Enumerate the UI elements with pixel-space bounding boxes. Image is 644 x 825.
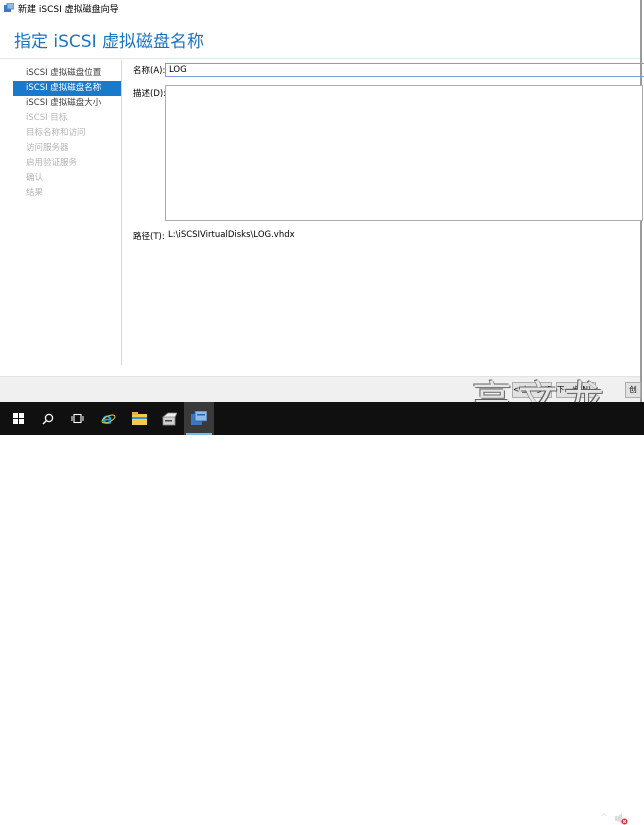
start-button[interactable] — [3, 402, 33, 435]
description-textarea[interactable] — [165, 85, 643, 221]
name-label: 名称(A): — [133, 66, 166, 76]
server-manager-button[interactable] — [154, 402, 184, 435]
internet-explorer-icon: e — [101, 411, 115, 426]
wizard-window: 新建 iSCSI 虚拟磁盘向导 指定 iSCSI 虚拟磁盘名称 iSCSI 虚拟… — [0, 0, 644, 424]
search-icon — [42, 413, 54, 425]
nav-step-disk-size[interactable]: iSCSI 虚拟磁盘大小 — [13, 96, 121, 111]
file-explorer-icon — [131, 412, 147, 425]
search-button[interactable] — [33, 402, 63, 435]
speaker-muted-icon[interactable] — [614, 812, 628, 825]
wizard-app-icon — [4, 3, 14, 12]
nav-step-results: 结果 — [26, 188, 44, 198]
window-title: 新建 iSCSI 虚拟磁盘向导 — [18, 5, 119, 15]
taskbar: e ^ — [0, 402, 644, 825]
wizard-step-nav: iSCSI 虚拟磁盘位置 iSCSI 虚拟磁盘名称 iSCSI 虚拟磁盘大小 i… — [13, 66, 121, 201]
title-bar[interactable]: 新建 iSCSI 虚拟磁盘向导 — [0, 0, 640, 16]
tray-expand-icon[interactable]: ^ — [600, 813, 608, 823]
description-label: 描述(D): — [133, 89, 167, 99]
task-view-icon — [71, 413, 83, 424]
path-label: 路径(T): — [133, 232, 165, 242]
file-explorer-button[interactable] — [124, 402, 154, 435]
nav-step-disk-name[interactable]: iSCSI 虚拟磁盘名称 — [13, 81, 121, 96]
path-value: L:\iSCSIVirtualDisks\LOG.vhdx — [168, 230, 295, 240]
windows-start-icon — [12, 413, 24, 424]
iscsi-wizard-icon — [191, 411, 207, 425]
create-button[interactable]: 创 — [625, 382, 641, 398]
task-view-button[interactable] — [62, 402, 92, 435]
nav-step-target-name-access: 目标名称和访问 — [26, 128, 86, 138]
nav-step-iscsi-target: iSCSI 目标 — [26, 113, 68, 123]
nav-step-disk-location[interactable]: iSCSI 虚拟磁盘位置 — [13, 66, 121, 81]
nav-step-access-servers: 访问服务器 — [26, 143, 69, 153]
page-heading: 指定 iSCSI 虚拟磁盘名称 — [14, 32, 204, 52]
name-input[interactable]: LOG — [165, 63, 644, 77]
server-manager-icon — [161, 412, 177, 425]
internet-explorer-button[interactable]: e — [93, 402, 123, 435]
heading-divider — [0, 58, 640, 59]
nav-step-enable-auth: 启用验证服务 — [26, 158, 78, 168]
nav-divider — [121, 60, 122, 365]
iscsi-wizard-taskbar-button[interactable] — [184, 402, 214, 435]
nav-step-confirmation: 确认 — [26, 173, 44, 183]
